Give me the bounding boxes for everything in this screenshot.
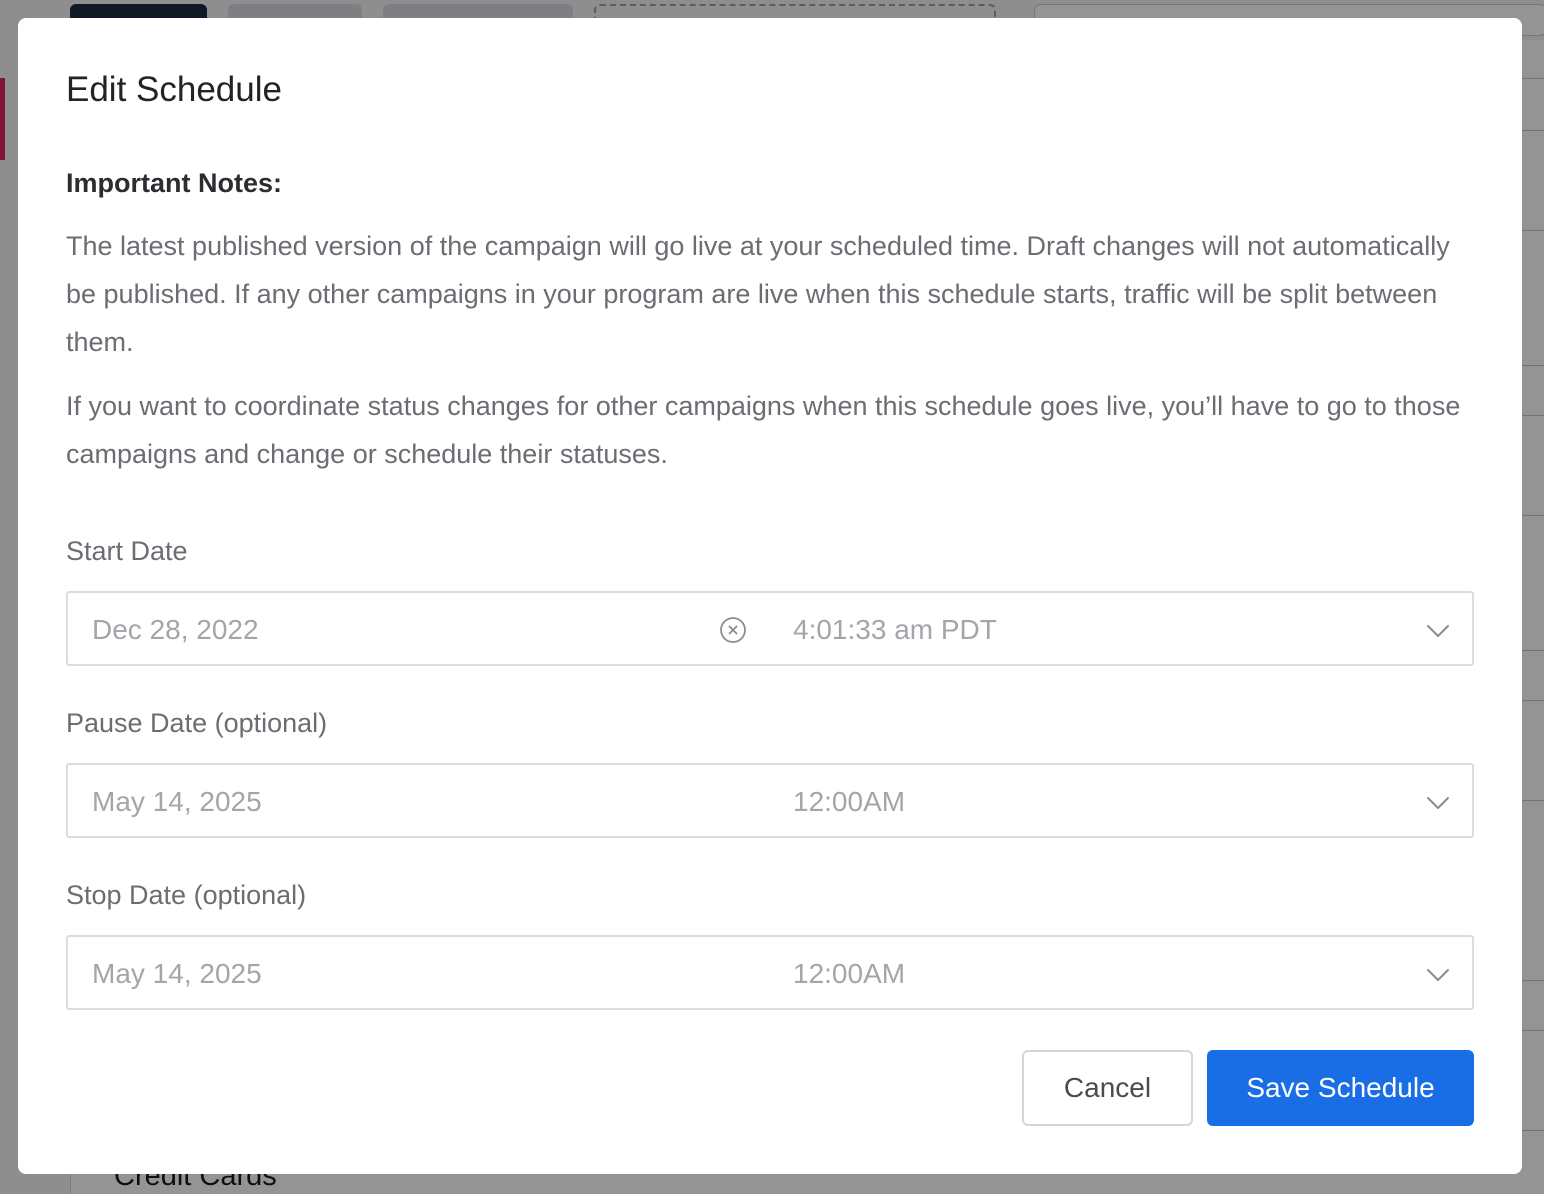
pause-date-value[interactable]: May 14, 2025	[92, 786, 262, 818]
save-schedule-button[interactable]: Save Schedule	[1207, 1050, 1474, 1126]
start-date-picker[interactable]: Dec 28, 2022 4:01:33 am PDT	[66, 591, 1474, 666]
stop-date-picker[interactable]: May 14, 2025 12:00AM	[66, 935, 1474, 1010]
stop-time-value[interactable]: 12:00AM	[793, 958, 905, 990]
start-date-label: Start Date	[66, 536, 188, 566]
chevron-down-icon[interactable]	[1424, 789, 1452, 817]
start-time-value[interactable]: 4:01:33 am PDT	[793, 614, 997, 646]
cancel-button[interactable]: Cancel	[1022, 1050, 1193, 1126]
chevron-down-icon[interactable]	[1424, 617, 1452, 645]
notes-heading: Important Notes:	[66, 168, 282, 198]
pause-date-picker[interactable]: May 14, 2025 12:00AM	[66, 763, 1474, 838]
note-paragraph: The latest published version of the camp…	[66, 231, 1450, 357]
edit-schedule-dialog: Edit Schedule Important Notes: The lates…	[18, 18, 1522, 1174]
pause-date-label: Pause Date (optional)	[66, 708, 328, 738]
start-date-value[interactable]: Dec 28, 2022	[92, 614, 259, 646]
stop-date-value[interactable]: May 14, 2025	[92, 958, 262, 990]
chevron-down-icon[interactable]	[1424, 961, 1452, 989]
circle-x-icon[interactable]	[719, 616, 747, 644]
pause-time-value[interactable]: 12:00AM	[793, 786, 905, 818]
note-paragraph: If you want to coordinate status changes…	[66, 391, 1461, 469]
dialog-title: Edit Schedule	[66, 70, 282, 109]
stop-date-label: Stop Date (optional)	[66, 880, 307, 910]
